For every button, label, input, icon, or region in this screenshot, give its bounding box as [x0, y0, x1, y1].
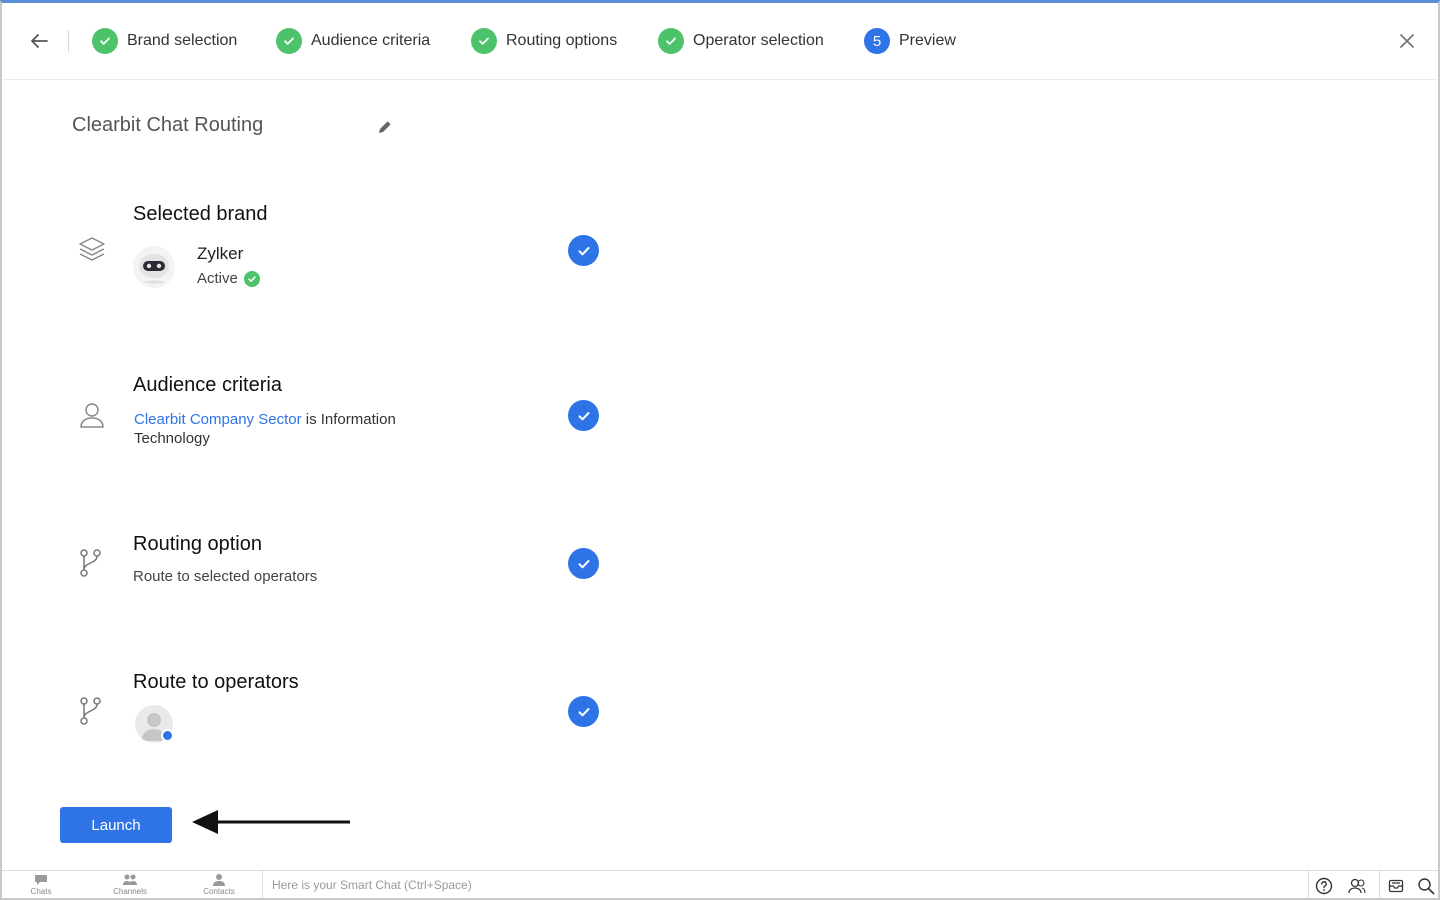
routing-option-value: Route to selected operators [133, 568, 318, 585]
section-complete-check-icon [568, 235, 599, 266]
chat-bubble-icon [35, 875, 47, 885]
search-icon[interactable] [1415, 875, 1437, 897]
bottom-bar-divider [1379, 871, 1380, 899]
step-routing-options[interactable]: Routing options [471, 27, 617, 55]
operator-status-badge [161, 729, 174, 742]
criteria-operator: is [301, 411, 321, 428]
pencil-icon[interactable] [375, 117, 395, 137]
step-label: Audience criteria [311, 32, 431, 49]
person-outline-icon [80, 403, 104, 428]
bottom-nav-label: Channels [113, 887, 147, 896]
section-complete-check-icon [568, 400, 599, 431]
page-title: Clearbit Chat Routing [72, 114, 264, 136]
section-complete-check-icon [568, 696, 599, 727]
visitors-icon[interactable] [1346, 875, 1368, 897]
step-label: Operator selection [693, 32, 824, 49]
person-icon [213, 874, 225, 886]
section-title: Routing option [133, 533, 262, 555]
step-label: Preview [899, 32, 956, 49]
close-icon[interactable] [1396, 30, 1418, 52]
brand-logo-icon [133, 246, 175, 288]
layers-icon [79, 237, 105, 261]
step-done-check-icon [658, 28, 684, 54]
back-arrow-icon[interactable] [26, 28, 52, 54]
bottom-nav-channels[interactable]: Channels [100, 873, 160, 899]
branch-icon [80, 549, 101, 577]
step-done-check-icon [92, 28, 118, 54]
step-label: Routing options [506, 32, 618, 49]
bottom-nav-chats[interactable]: Chats [11, 873, 71, 899]
help-icon[interactable] [1313, 875, 1335, 897]
step-number-badge: 5 [864, 28, 890, 54]
header-divider [68, 30, 69, 52]
brand-status: Active [197, 270, 260, 287]
inbox-icon[interactable] [1385, 875, 1407, 897]
step-audience-criteria[interactable]: Audience criteria [276, 27, 430, 55]
section-complete-check-icon [568, 548, 599, 579]
smart-chat-bar [262, 871, 1309, 899]
criteria-field-link[interactable]: Clearbit Company Sector [134, 411, 302, 428]
branch-icon [80, 697, 101, 725]
bottom-nav-contacts[interactable]: Contacts [189, 873, 249, 899]
step-done-check-icon [276, 28, 302, 54]
audience-criteria-rule: Clearbit Company Sector is Information T… [134, 410, 424, 448]
group-icon [123, 874, 137, 885]
step-done-check-icon [471, 28, 497, 54]
step-brand-selection[interactable]: Brand selection [92, 27, 237, 55]
bottom-nav-label: Contacts [203, 887, 235, 896]
brand-name: Zylker [197, 244, 244, 263]
section-title: Audience criteria [133, 374, 282, 396]
launch-button[interactable]: Launch [60, 807, 172, 843]
step-label: Brand selection [127, 32, 238, 49]
step-operator-selection[interactable]: Operator selection [658, 27, 824, 55]
section-title: Selected brand [133, 203, 268, 225]
pointer-arrow-icon [192, 810, 350, 834]
wizard-header: Brand selection Audience criteria Routin… [2, 3, 1438, 80]
active-check-icon [243, 270, 260, 287]
bottom-bar: Chats Channels Contacts [2, 870, 1438, 899]
bottom-nav-label: Chats [30, 887, 52, 896]
section-title: Route to operators [133, 671, 299, 693]
status-text: Active [197, 270, 238, 287]
smart-chat-input[interactable] [272, 878, 1308, 892]
step-preview[interactable]: 5 Preview [864, 27, 956, 55]
